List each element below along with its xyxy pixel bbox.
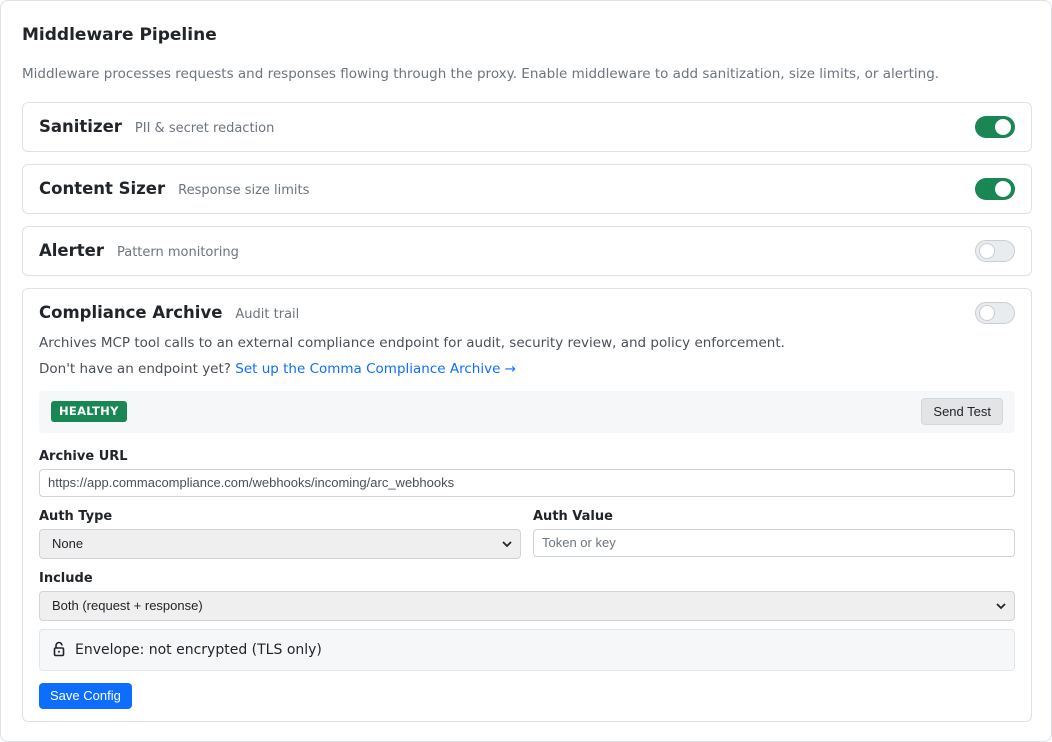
- setup-compliance-link[interactable]: Set up the Comma Compliance Archive →: [235, 361, 516, 377]
- status-badge: HEALTHY: [51, 401, 127, 422]
- envelope-status: Envelope: not encrypted (TLS only): [39, 629, 1015, 671]
- include-select[interactable]: Both (request + response): [39, 591, 1015, 621]
- chevron-down-icon: [996, 603, 1006, 610]
- auth-type-value: None: [52, 536, 84, 551]
- middleware-card-compliance-archive: Compliance Archive Audit trail Archives …: [22, 288, 1032, 722]
- unlock-icon: [53, 641, 65, 657]
- content-sizer-toggle[interactable]: [975, 178, 1015, 200]
- auth-value-input[interactable]: Token or key: [533, 529, 1015, 557]
- auth-type-label: Auth Type: [39, 509, 113, 524]
- chevron-down-icon: [502, 541, 512, 548]
- middleware-card-sanitizer: Sanitizer PII & secret redaction: [22, 102, 1032, 152]
- save-config-button[interactable]: Save Config: [39, 683, 132, 709]
- middleware-card-content-sizer: Content Sizer Response size limits: [22, 164, 1032, 214]
- middleware-name: Sanitizer: [39, 117, 122, 136]
- compliance-archive-toggle[interactable]: [975, 302, 1015, 324]
- compliance-description: Archives MCP tool calls to an external c…: [39, 335, 785, 351]
- include-label: Include: [39, 571, 93, 586]
- middleware-subtitle: PII & secret redaction: [134, 121, 275, 136]
- envelope-text: Envelope: not encrypted (TLS only): [75, 642, 322, 658]
- page-description: Middleware processes requests and respon…: [22, 66, 940, 82]
- middleware-name: Compliance Archive: [39, 303, 223, 322]
- middleware-pipeline-panel: Middleware Pipeline Middleware processes…: [0, 0, 1052, 742]
- archive-url-input[interactable]: https://app.commacompliance.com/webhooks…: [39, 469, 1015, 497]
- auth-type-select[interactable]: None: [39, 529, 521, 559]
- alerter-toggle[interactable]: [975, 240, 1015, 262]
- middleware-name: Content Sizer: [39, 179, 166, 198]
- sanitizer-toggle[interactable]: [975, 116, 1015, 138]
- send-test-button[interactable]: Send Test: [921, 398, 1003, 425]
- middleware-subtitle: Audit trail: [235, 307, 300, 322]
- toggle-knob: [979, 305, 995, 321]
- toggle-knob: [979, 243, 995, 259]
- cta-prefix: Don't have an endpoint yet?: [39, 361, 231, 377]
- compliance-cta: Don't have an endpoint yet? Set up the C…: [39, 361, 516, 377]
- middleware-subtitle: Response size limits: [178, 183, 310, 198]
- middleware-card-alerter: Alerter Pattern monitoring: [22, 226, 1032, 276]
- page-title: Middleware Pipeline: [22, 25, 217, 45]
- archive-url-label: Archive URL: [39, 449, 128, 464]
- status-bar: HEALTHY Send Test: [39, 391, 1015, 433]
- middleware-subtitle: Pattern monitoring: [116, 245, 239, 260]
- middleware-name: Alerter: [39, 241, 104, 260]
- include-value: Both (request + response): [52, 598, 203, 613]
- auth-value-label: Auth Value: [533, 509, 613, 524]
- toggle-knob: [995, 181, 1011, 197]
- toggle-knob: [995, 119, 1011, 135]
